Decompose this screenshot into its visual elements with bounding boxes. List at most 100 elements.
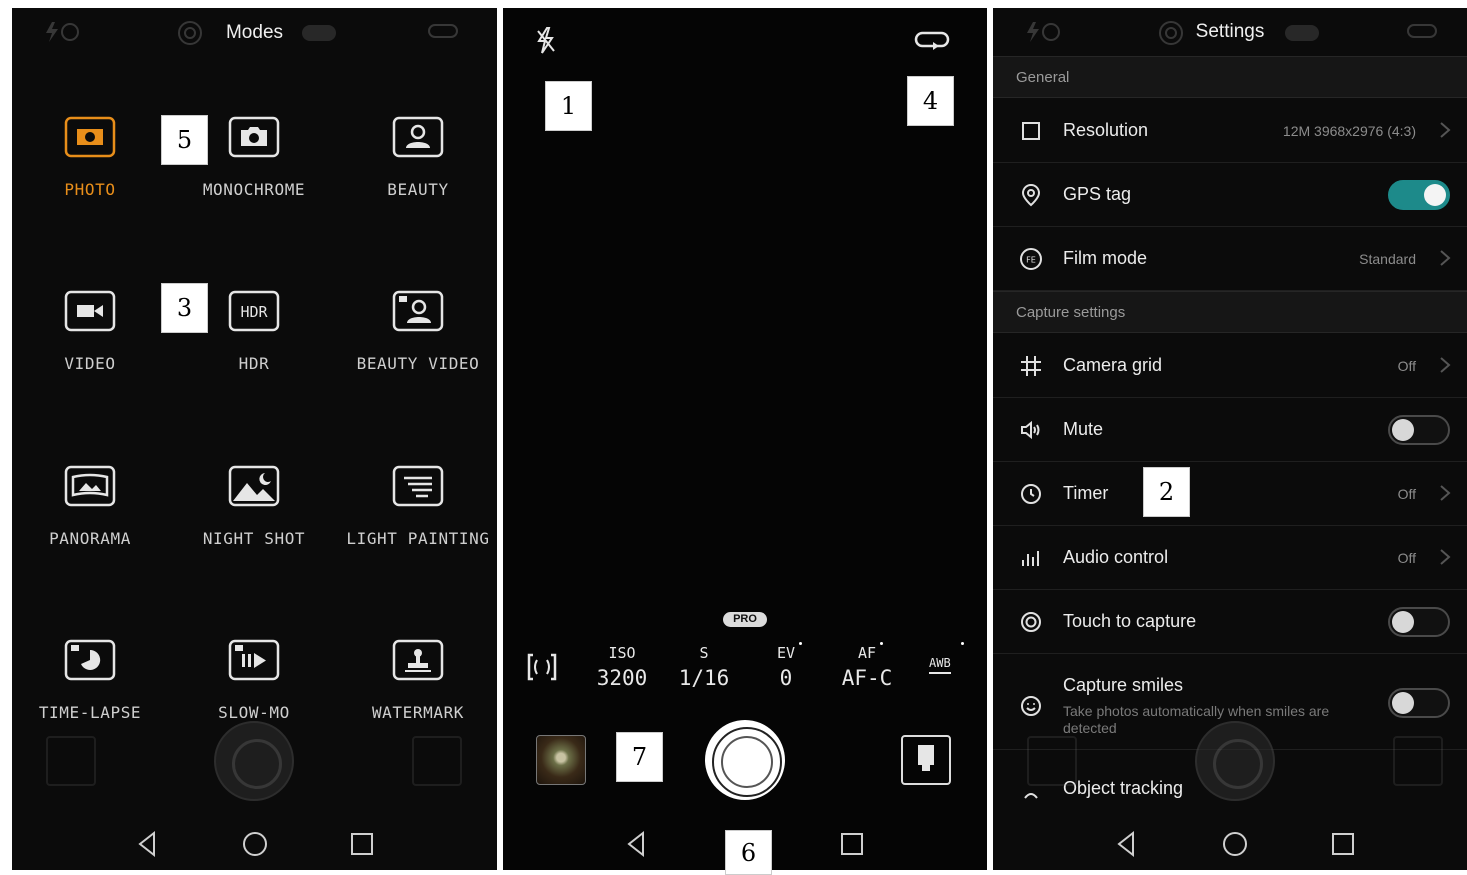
- home-icon[interactable]: [1221, 830, 1249, 858]
- setting-label: Object tracking: [1063, 778, 1184, 798]
- gps-toggle[interactable]: [1388, 180, 1450, 210]
- back-icon[interactable]: [1113, 830, 1141, 858]
- setting-description: Take photos automatically when smiles ar…: [1063, 703, 1330, 719]
- time-lapse-icon: [64, 639, 116, 681]
- mute-toggle[interactable]: [1388, 415, 1450, 445]
- touch-capture-toggle[interactable]: [1388, 607, 1450, 637]
- callout-3: 3: [161, 283, 208, 333]
- ev-value: 0: [779, 666, 793, 690]
- setting-camera-grid[interactable]: Camera grid Off: [993, 334, 1467, 398]
- af-value: AF-C: [841, 666, 893, 690]
- switch-camera-icon[interactable]: [913, 28, 953, 54]
- setting-film-mode[interactable]: FE Film mode Standard: [993, 227, 1467, 291]
- setting-label: Audio control: [1063, 547, 1169, 567]
- home-icon[interactable]: [241, 830, 269, 858]
- callout-6: 6: [725, 830, 772, 875]
- recents-icon[interactable]: [348, 830, 376, 858]
- chevron-right-icon: [1440, 357, 1451, 373]
- mode-label: NIGHT SHOT: [202, 529, 306, 548]
- ev-control[interactable]: EV 0: [753, 644, 819, 690]
- back-icon[interactable]: [134, 830, 162, 858]
- mode-photo[interactable]: PHOTO: [12, 116, 170, 199]
- recents-icon[interactable]: [838, 830, 866, 858]
- ghost-shutter: [214, 721, 294, 801]
- selfie-stick-button[interactable]: [901, 735, 951, 785]
- faint-toggle: [302, 25, 336, 41]
- setting-mute[interactable]: Mute: [993, 398, 1467, 462]
- monochrome-camera-icon: [228, 116, 280, 158]
- setting-label: Capture smiles: [1063, 675, 1184, 695]
- film-mode-icon: FE: [1020, 248, 1042, 270]
- iso-control[interactable]: ISO 3200: [589, 644, 655, 690]
- callout-1: 1: [545, 81, 592, 131]
- audio-level-icon: [1022, 551, 1039, 566]
- setting-resolution[interactable]: Resolution 12M 3968x2976 (4:3): [993, 99, 1467, 163]
- modes-screen: Modes PHOTO MONOCHROME BEAUTY VIDEO HDR …: [12, 8, 497, 870]
- setting-touch-to-capture[interactable]: Touch to capture: [993, 590, 1467, 654]
- callout-7: 7: [616, 732, 663, 782]
- nav-bar: [993, 824, 1467, 864]
- gallery-thumbnail[interactable]: [536, 735, 586, 785]
- setting-label: Camera grid: [1063, 355, 1163, 375]
- setting-value: 12M 3968x2976 (4:3): [1282, 123, 1416, 139]
- af-control[interactable]: AF AF-C: [831, 644, 903, 690]
- mode-beauty-video[interactable]: BEAUTY VIDEO: [338, 290, 497, 373]
- setting-timer[interactable]: Timer Off: [993, 462, 1467, 526]
- mode-watermark[interactable]: WATERMARK: [338, 639, 497, 722]
- flash-off-icon[interactable]: [533, 26, 559, 56]
- setting-value: Off: [1397, 486, 1416, 502]
- shutter-key: S: [699, 644, 709, 662]
- grid-icon: [1021, 356, 1041, 376]
- mode-label: VIDEO: [64, 354, 116, 373]
- mode-light-painting[interactable]: LIGHT PAINTING: [338, 465, 497, 548]
- awb-control[interactable]: AWB: [929, 656, 951, 674]
- mode-label: PANORAMA: [49, 529, 131, 548]
- svg-text:FE: FE: [1026, 256, 1036, 265]
- section-general: General: [993, 56, 1467, 98]
- photo-camera-icon: [64, 116, 116, 158]
- mode-slow-mo[interactable]: SLOW-MO: [174, 639, 334, 722]
- section-capture-settings: Capture settings: [993, 291, 1467, 333]
- location-pin-icon: [1021, 183, 1041, 207]
- af-indicator-dot: [880, 642, 883, 645]
- mode-panorama[interactable]: PANORAMA: [12, 465, 170, 548]
- mode-video[interactable]: VIDEO: [12, 290, 170, 373]
- callout-2: 2: [1143, 467, 1190, 517]
- callout-5: 5: [161, 115, 208, 165]
- slow-mo-icon: [228, 639, 280, 681]
- mode-label: WATERMARK: [371, 703, 465, 722]
- back-icon[interactable]: [623, 830, 651, 858]
- mode-time-lapse[interactable]: TIME-LAPSE: [12, 639, 170, 722]
- beauty-video-icon: [392, 290, 444, 332]
- setting-label: Resolution: [1063, 120, 1149, 140]
- capture-smiles-toggle[interactable]: [1388, 688, 1450, 718]
- setting-value: Off: [1397, 358, 1416, 374]
- mode-label: BEAUTY: [387, 180, 449, 199]
- watermark-icon: [392, 639, 444, 681]
- camera-screen: PRO ISO 3200 S 1/16 EV 0 AF AF-C AWB: [503, 8, 987, 870]
- recents-icon[interactable]: [1329, 830, 1357, 858]
- pro-mode-badge[interactable]: PRO: [723, 612, 767, 627]
- svg-text:HDR: HDR: [240, 303, 268, 321]
- shutter-speed-control[interactable]: S 1/16: [671, 644, 737, 690]
- shutter-button[interactable]: [705, 720, 785, 800]
- setting-gps-tag[interactable]: GPS tag: [993, 163, 1467, 227]
- ghost-video-button: [412, 736, 462, 786]
- touch-capture-icon: [1021, 612, 1041, 632]
- metering-icon[interactable]: [525, 652, 559, 682]
- clock-icon: [1021, 484, 1041, 504]
- mode-label: MONOCHROME: [202, 180, 306, 199]
- mode-label: PHOTO: [64, 180, 116, 199]
- settings-screen: Settings General Resolution 12M 3968x297…: [993, 8, 1467, 870]
- setting-audio-control[interactable]: Audio control Off: [993, 526, 1467, 590]
- chevron-right-icon: [1440, 549, 1451, 565]
- chevron-right-icon: [1440, 250, 1451, 266]
- faint-toggle: [1285, 25, 1319, 41]
- selfie-stick-icon: [918, 745, 934, 771]
- awb-indicator-dot: [961, 642, 964, 645]
- shutter-value: 1/16: [678, 666, 730, 690]
- ev-indicator-dot: [799, 642, 802, 645]
- mode-beauty[interactable]: BEAUTY: [338, 116, 497, 199]
- mode-night-shot[interactable]: NIGHT SHOT: [174, 465, 334, 548]
- chevron-right-icon: [1440, 122, 1451, 138]
